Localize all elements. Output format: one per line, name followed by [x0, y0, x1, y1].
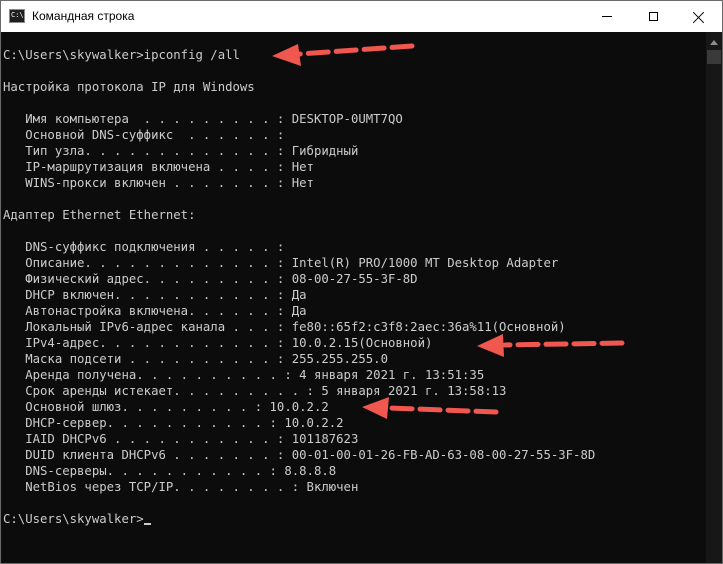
console-line: DNS-суффикс подключения . . . . . :: [3, 240, 285, 254]
console-prompt-line[interactable]: C:\Users\skywalker>: [3, 511, 595, 527]
console-line: Основной шлюз. . . . . . . . . : 10.0.2.…: [3, 400, 329, 414]
console-lines: C:\Users\skywalker>ipconfig /all Настройк…: [3, 47, 595, 527]
console-line: DUID клиента DHCPv6 . . . . . . . : 00-0…: [3, 448, 596, 462]
minimize-button[interactable]: [584, 1, 630, 32]
console-line: Имя компьютера . . . . . . . . . : DESKT…: [3, 112, 403, 126]
console-line: Маска подсети . . . . . . . . . . : 255.…: [3, 352, 388, 366]
console-line: IP-маршрутизация включена . . . . : Нет: [3, 160, 314, 174]
text-cursor: [143, 523, 151, 525]
console-line: Срок аренды истекает. . . . . . . . . : …: [3, 384, 507, 398]
console-line: Настройка протокола IP для Windows: [3, 80, 255, 94]
scroll-up-arrow-icon[interactable]: [710, 40, 718, 45]
console-line: WINS-прокси включен . . . . . . . : Нет: [3, 176, 314, 190]
window-title: Командная строка: [32, 9, 135, 23]
maximize-icon: [648, 12, 658, 21]
cmd-icon[interactable]: C:\: [9, 9, 25, 23]
cmd-icon-glyph: C:\: [11, 11, 24, 19]
console-line: Автонастройка включена. . . . . . : Да: [3, 304, 307, 318]
title-bar[interactable]: C:\ Командная строка: [1, 1, 722, 32]
console-line: Адаптер Ethernet Ethernet:: [3, 208, 196, 222]
console-line: Локальный IPv6-адрес канала . . . : fe80…: [3, 320, 566, 334]
console-line: Описание. . . . . . . . . . . . . : Inte…: [3, 256, 559, 270]
console-line: IAID DHCPv6 . . . . . . . . . . . : 1011…: [3, 432, 359, 446]
close-button[interactable]: [676, 1, 722, 32]
vertical-scrollbar[interactable]: [706, 32, 722, 563]
console-line: C:\Users\skywalker>ipconfig /all: [3, 48, 240, 62]
minimize-icon: [602, 16, 612, 17]
command-prompt-window: C:\ Командная строка C:\Users\skywalker>…: [0, 0, 723, 564]
scroll-thumb[interactable]: [707, 50, 721, 64]
console-line: Физический адрес. . . . . . . . . : 08-0…: [3, 272, 418, 286]
console-prompt: C:\Users\skywalker>: [3, 512, 144, 526]
console-line: Основной DNS-суффикс . . . . . . :: [3, 128, 285, 142]
maximize-button[interactable]: [630, 1, 676, 32]
console-line: NetBios через TCP/IP. . . . . . . . : Вк…: [3, 480, 359, 494]
console-line: DHCP включен. . . . . . . . . . . : Да: [3, 288, 307, 302]
console-output[interactable]: C:\Users\skywalker>ipconfig /all Настройк…: [1, 32, 705, 563]
close-icon: [693, 11, 705, 23]
console-line: DNS-серверы. . . . . . . . . . . : 8.8.8…: [3, 464, 337, 478]
console-line: Аренда получена. . . . . . . . . . : 4 я…: [3, 368, 485, 382]
console-line: IPv4-адрес. . . . . . . . . . . . : 10.0…: [3, 336, 433, 350]
console-line: Тип узла. . . . . . . . . . . . . : Гибр…: [3, 144, 359, 158]
console-line: DHCP-сервер. . . . . . . . . . . : 10.0.…: [3, 416, 344, 430]
